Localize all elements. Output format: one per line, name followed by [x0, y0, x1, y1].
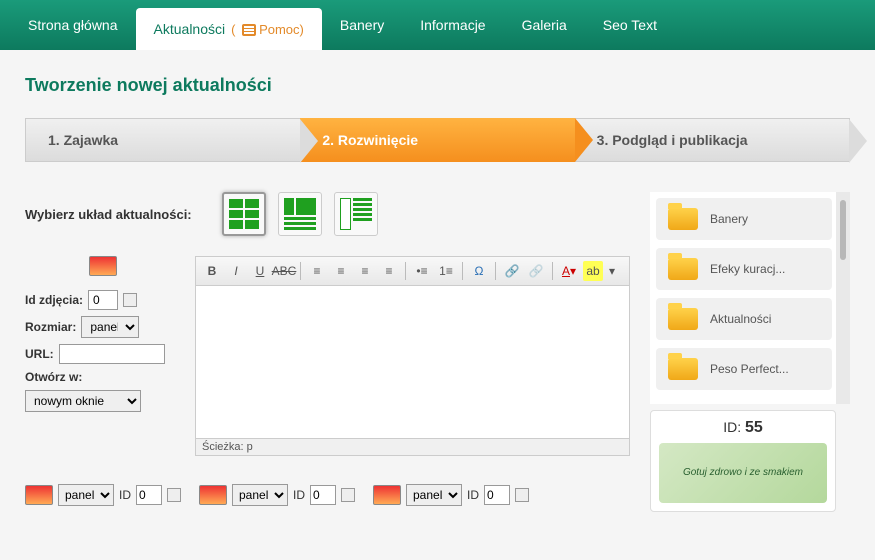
layout-option-1[interactable] — [222, 192, 266, 236]
folder-icon — [668, 308, 698, 330]
asset-id-label: ID: — [723, 419, 741, 435]
link-button[interactable]: 🔗 — [502, 261, 522, 281]
underline-button[interactable]: U — [250, 261, 270, 281]
unit3-id-input[interactable] — [484, 485, 510, 505]
editor-body[interactable] — [196, 286, 629, 438]
id-label: Id zdjęcia: — [25, 293, 83, 307]
unit2-thumbnail[interactable] — [199, 485, 227, 505]
align-justify-button[interactable]: ≡ — [379, 261, 399, 281]
align-right-button[interactable]: ≡ — [355, 261, 375, 281]
unit2-size-select[interactable]: panel — [232, 484, 288, 506]
open-target-select[interactable]: nowym oknie — [25, 390, 141, 412]
bold-button[interactable]: B — [202, 261, 222, 281]
top-nav: Strona główna Aktualności ( Pomoc) Baner… — [0, 0, 875, 50]
align-center-button[interactable]: ≡ — [331, 261, 351, 281]
unit3-thumbnail[interactable] — [373, 485, 401, 505]
unit3-size-select[interactable]: panel — [406, 484, 462, 506]
number-list-button[interactable]: 1≡ — [436, 261, 456, 281]
bottom-image-units: panel ID panel ID panel ID — [25, 484, 630, 516]
layout-label: Wybierz układ aktualności: — [25, 207, 192, 222]
image-thumbnail[interactable] — [89, 256, 117, 276]
unit2-id-label: ID — [293, 488, 305, 502]
folder-banery[interactable]: Banery — [656, 198, 832, 240]
unit1-checkbox[interactable] — [167, 488, 181, 502]
asset-browser: Banery Efeky kuracj... Aktualności Peso … — [650, 192, 850, 516]
unit1-id-label: ID — [119, 488, 131, 502]
wizard-step-3[interactable]: 3. Podgląd i publikacja — [575, 118, 850, 162]
asset-id-value: 55 — [745, 419, 763, 436]
folder-label: Aktualności — [710, 312, 771, 326]
size-select[interactable]: panel — [81, 316, 139, 338]
size-label: Rozmiar: — [25, 320, 76, 334]
wizard-step-1[interactable]: 1. Zajawka — [25, 118, 300, 162]
unit1-size-select[interactable]: panel — [58, 484, 114, 506]
folder-efekty[interactable]: Efeky kuracj... — [656, 248, 832, 290]
image-unit-3: panel ID — [373, 484, 529, 506]
text-color-button[interactable]: A▾ — [559, 261, 579, 281]
image-unit-1: panel ID — [25, 484, 181, 506]
unit3-checkbox[interactable] — [515, 488, 529, 502]
unlink-button[interactable]: 🔗 — [526, 261, 546, 281]
editor-path: Ścieżka: p — [196, 438, 629, 455]
italic-button[interactable]: I — [226, 261, 246, 281]
open-label: Otwórz w: — [25, 370, 82, 384]
highlight-dropdown[interactable]: ▾ — [607, 261, 617, 281]
folder-label: Efeky kuracj... — [710, 262, 785, 276]
asset-image: Gotuj zdrowo i ze smakiem — [659, 443, 827, 503]
nav-help-link[interactable]: ( Pomoc) — [231, 22, 304, 37]
unit1-thumbnail[interactable] — [25, 485, 53, 505]
asset-id: ID: 55 — [659, 419, 827, 437]
help-icon — [242, 24, 256, 36]
unit2-id-input[interactable] — [310, 485, 336, 505]
url-label: URL: — [25, 347, 54, 361]
nav-news-label: Aktualności — [154, 21, 226, 37]
layout-option-3[interactable] — [334, 192, 378, 236]
wizard: 1. Zajawka 2. Rozwinięcie 3. Podgląd i p… — [25, 118, 850, 162]
folder-aktualnosci[interactable]: Aktualności — [656, 298, 832, 340]
unit1-id-input[interactable] — [136, 485, 162, 505]
nav-info[interactable]: Informacje — [402, 0, 503, 50]
help-label: Pomoc — [259, 22, 299, 37]
layout-options — [222, 192, 378, 236]
folder-label: Peso Perfect... — [710, 362, 789, 376]
image-properties: Id zdjęcia: Rozmiar: panel URL: Otwórz w… — [25, 256, 180, 456]
layout-option-2[interactable] — [278, 192, 322, 236]
folder-icon — [668, 358, 698, 380]
nav-gallery[interactable]: Galeria — [504, 0, 585, 50]
unit3-id-label: ID — [467, 488, 479, 502]
unit2-checkbox[interactable] — [341, 488, 355, 502]
nav-seo[interactable]: Seo Text — [585, 0, 675, 50]
folder-icon — [668, 258, 698, 280]
bullet-list-button[interactable]: •≡ — [412, 261, 432, 281]
folder-label: Banery — [710, 212, 748, 226]
id-checkbox[interactable] — [123, 293, 137, 307]
image-unit-2: panel ID — [199, 484, 355, 506]
nav-banners[interactable]: Banery — [322, 0, 402, 50]
nav-news[interactable]: Aktualności ( Pomoc) — [136, 8, 322, 50]
folder-list: Banery Efeky kuracj... Aktualności Peso … — [650, 192, 850, 404]
strike-button[interactable]: ABC — [274, 261, 294, 281]
url-input[interactable] — [59, 344, 165, 364]
editor-toolbar: B I U ABC ≡ ≡ ≡ ≡ •≡ 1≡ Ω — [196, 257, 629, 286]
page-title: Tworzenie nowej aktualności — [25, 75, 850, 96]
asset-card[interactable]: ID: 55 Gotuj zdrowo i ze smakiem — [650, 410, 836, 512]
nav-home[interactable]: Strona główna — [10, 0, 136, 50]
wizard-step-2[interactable]: 2. Rozwinięcie — [300, 118, 574, 162]
image-id-input[interactable] — [88, 290, 118, 310]
rich-text-editor: B I U ABC ≡ ≡ ≡ ≡ •≡ 1≡ Ω — [195, 256, 630, 456]
folder-icon — [668, 208, 698, 230]
align-left-button[interactable]: ≡ — [307, 261, 327, 281]
omega-button[interactable]: Ω — [469, 261, 489, 281]
folder-peso[interactable]: Peso Perfect... — [656, 348, 832, 390]
highlight-button[interactable]: ab — [583, 261, 603, 281]
